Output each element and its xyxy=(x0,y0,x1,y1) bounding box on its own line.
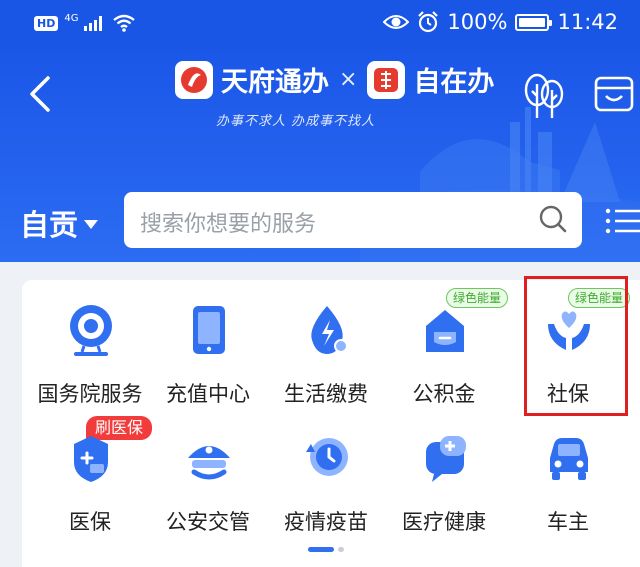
service-label: 生活缴费 xyxy=(284,382,368,406)
housing-fund-icon xyxy=(426,310,464,352)
page-dot-active xyxy=(308,547,334,552)
service-medical-insurance[interactable]: 刷医保 医保 xyxy=(28,412,153,534)
service-medical-health[interactable]: 医疗健康 xyxy=(382,412,506,534)
tablet-icon xyxy=(193,306,225,354)
battery-percent: 100% xyxy=(447,10,508,34)
slogan: 办事不求人 办成事不找人 xyxy=(216,114,376,129)
battery-icon xyxy=(515,13,553,31)
service-traffic-police[interactable]: 公安交管 xyxy=(146,412,270,534)
highlight-annotation-box xyxy=(524,276,628,416)
search-icon[interactable] xyxy=(538,204,568,234)
car-icon xyxy=(550,438,588,480)
clock: 11:42 xyxy=(557,10,618,34)
wallet-icon[interactable] xyxy=(592,74,636,114)
eye-icon xyxy=(383,15,410,29)
medical-chat-icon xyxy=(426,436,466,482)
service-state-council[interactable]: 国务院服务 xyxy=(28,284,152,406)
service-label: 充值中心 xyxy=(166,382,250,406)
tianfu-logo-text: 天府通办 xyxy=(221,67,329,98)
service-utilities[interactable]: 生活缴费 xyxy=(264,284,388,406)
service-label: 公安交管 xyxy=(166,510,250,534)
status-left-group: HD 4G xyxy=(34,12,136,32)
service-label: 医保 xyxy=(69,510,111,534)
search-input[interactable]: 搜索你想要的服务 xyxy=(124,192,582,248)
zizai-logo-text: 自在办 xyxy=(413,67,495,98)
page-dot xyxy=(338,547,344,552)
alarm-icon xyxy=(418,11,439,33)
search-placeholder: 搜索你想要的服务 xyxy=(140,212,317,237)
zizai-logo-icon xyxy=(367,60,406,99)
service-label: 疫情疫苗 xyxy=(284,510,368,534)
clock-history-icon xyxy=(306,438,348,476)
back-button[interactable] xyxy=(22,72,58,116)
dropdown-caret-icon xyxy=(84,219,99,229)
status-bar: HD 4G 100% 11:42 xyxy=(0,0,640,52)
page-indicator xyxy=(308,547,344,552)
battery-level xyxy=(519,17,546,27)
wifi-icon xyxy=(113,14,136,32)
service-label: 医疗健康 xyxy=(402,510,486,534)
tianfu-logo-icon xyxy=(175,60,213,99)
city-selector[interactable]: 自贡 xyxy=(20,202,99,244)
signal-icon xyxy=(84,16,103,31)
network-type: 4G xyxy=(64,12,79,24)
water-drop-icon xyxy=(311,306,348,354)
service-car-owner[interactable]: 车主 xyxy=(506,412,630,534)
header-banner: 天府通办 × 自在办 办事不求人 办成事不找人 自贡 搜索你想要的服务 xyxy=(0,52,640,262)
medical-shield-icon xyxy=(74,436,108,482)
service-label: 公积金 xyxy=(412,382,476,406)
state-council-icon xyxy=(70,305,112,356)
status-right-group: 100% 11:42 xyxy=(383,10,618,34)
service-epidemic-vaccine[interactable]: 疫情疫苗 xyxy=(264,412,388,534)
city-name: 自贡 xyxy=(20,208,79,242)
service-housing-fund[interactable]: 绿色能量 公积金 xyxy=(382,284,509,406)
service-recharge[interactable]: 充值中心 xyxy=(146,284,270,406)
tree-icon[interactable] xyxy=(522,72,566,120)
police-hat-icon xyxy=(188,446,230,480)
brand-logo-row: 天府通办 × 自在办 xyxy=(175,60,494,99)
menu-icon[interactable] xyxy=(604,206,640,236)
service-label: 国务院服务 xyxy=(37,382,143,406)
logo-separator: × xyxy=(339,67,358,92)
service-label: 车主 xyxy=(547,510,589,534)
hd-badge: HD xyxy=(34,15,59,31)
